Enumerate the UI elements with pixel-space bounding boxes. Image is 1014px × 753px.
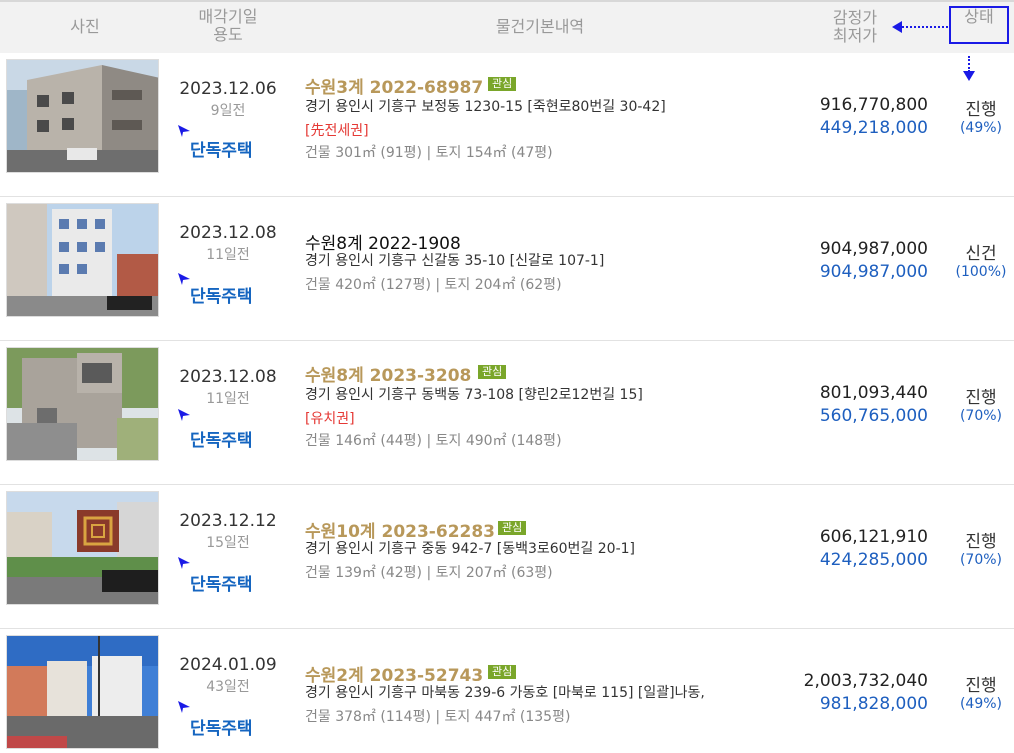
minimum-price: 904,987,000 [819,262,928,282]
status-percent: (100%) [955,264,1007,280]
usage-type[interactable]: 단독주택 [190,426,253,451]
status-percent: (49%) [959,696,1003,712]
arrow-pointer-icon [178,701,190,713]
header-minimum-label: 최저가 [832,26,878,45]
property-address: 경기 용인시 기흥구 마북동 239-6 가동호 [마북로 115] [일괄]나… [305,685,705,701]
appraisal-price: 2,003,732,040 [803,671,928,691]
days-left: 15일전 [206,535,250,551]
annotation-arrow-head-left-icon [892,21,902,33]
appraisal-price: 606,121,910 [819,527,928,547]
status-label: 진행 [965,388,997,408]
property-size: 건물 420㎡ (127평) | 토지 204㎡ (62평) [305,277,562,293]
property-photo[interactable] [6,59,159,173]
arrow-pointer-icon [178,125,190,137]
header-usage-label: 용도 [213,25,243,44]
header-status[interactable]: 상태 [949,6,1009,44]
header-price[interactable]: 감정가 최저가 [815,9,895,45]
case-number-link[interactable]: 수원3계 2022-68987 [305,73,483,98]
status-label: 진행 [965,676,997,696]
usage-type[interactable]: 단독주택 [190,570,253,595]
days-left: 43일전 [206,679,250,695]
property-photo[interactable] [6,491,159,605]
status-percent: (70%) [959,552,1003,568]
header-sale-date[interactable]: 매각기일 용도 [178,8,278,44]
list-item[interactable]: 2023.12.08 11일전 단독주택 수원8계 2023-3208 관심 경… [0,341,1014,485]
property-address: 경기 용인시 기흥구 동백동 73-108 [향린2로12번길 15] [305,387,643,403]
sale-date: 2023.12.06 [179,79,277,99]
list-item[interactable]: 2023.12.06 9일전 단독주택 수원3계 2022-68987 관심 경… [0,53,1014,197]
sale-date: 2023.12.08 [179,223,277,243]
property-size: 건물 139㎡ (42평) | 토지 207㎡ (63평) [305,565,553,581]
minimum-price: 424,285,000 [819,550,928,570]
header-appraisal-label: 감정가 [832,8,878,27]
days-left: 11일전 [206,247,250,263]
favorite-badge: 관심 [488,665,517,679]
case-number-link[interactable]: 수원8계 2023-3208 [305,361,471,386]
building-photo-icon [7,492,158,604]
status-label: 신건 [965,244,997,264]
status-percent: (70%) [959,408,1003,424]
property-photo[interactable] [6,635,159,749]
building-photo-icon [7,204,158,316]
minimum-price: 560,765,000 [819,406,928,426]
sale-date: 2023.12.12 [179,511,277,531]
minimum-price: 449,218,000 [819,118,928,138]
property-size: 건물 301㎡ (91평) | 토지 154㎡ (47평) [305,145,553,161]
property-size: 건물 146㎡ (44평) | 토지 490㎡ (148평) [305,433,562,449]
status-label: 진행 [965,532,997,552]
usage-type[interactable]: 단독주택 [190,282,253,307]
property-address: 경기 용인시 기흥구 중동 942-7 [동백3로60번길 20-1] [305,541,635,557]
sale-date: 2024.01.09 [179,655,277,675]
property-size: 건물 378㎡ (114평) | 토지 447㎡ (135평) [305,709,571,725]
list-item[interactable]: 2023.12.08 11일전 단독주택 수원8계 2022-1908 경기 용… [0,197,1014,341]
table-header: 사진 매각기일 용도 물건기본내역 감정가 최저가 상태 [0,0,1014,53]
minimum-price: 981,828,000 [819,694,928,714]
building-photo-icon [7,60,158,172]
favorite-badge: 관심 [488,77,517,91]
appraisal-price: 916,770,800 [819,95,928,115]
sale-date: 2023.12.08 [179,367,277,387]
status-percent: (49%) [959,120,1003,136]
header-info: 물건기본내역 [495,17,585,36]
property-photo[interactable] [6,203,159,317]
days-left: 9일전 [210,103,246,119]
days-left: 11일전 [206,391,250,407]
annotation-arrow-horizontal [898,26,948,28]
list-item[interactable]: 2023.12.12 15일전 단독주택 수원10계 2023-62283 관심… [0,485,1014,629]
arrow-pointer-icon [178,557,190,569]
property-address: 경기 용인시 기흥구 보정동 1230-15 [죽현로80번길 30-42] [305,99,666,115]
arrow-pointer-icon [178,273,190,285]
rights-note: [先전세권] [305,123,369,139]
appraisal-price: 801,093,440 [819,383,928,403]
header-photo: 사진 [70,17,100,36]
favorite-badge: 관심 [498,521,527,535]
list-item[interactable]: 2024.01.09 43일전 단독주택 수원2계 2023-52743 관심 … [0,629,1014,753]
header-sale-date-label: 매각기일 [198,7,258,26]
favorite-badge: 관심 [478,365,507,379]
rights-note: [유치권] [305,411,355,427]
usage-type[interactable]: 단독주택 [190,714,253,739]
status-label: 진행 [965,100,997,120]
building-photo-icon [7,348,158,460]
building-photo-icon [7,636,158,748]
arrow-pointer-icon [178,409,190,421]
property-address: 경기 용인시 기흥구 신갈동 35-10 [신갈로 107-1] [305,253,605,269]
appraisal-price: 904,987,000 [819,239,928,259]
usage-type[interactable]: 단독주택 [190,136,253,161]
property-photo[interactable] [6,347,159,461]
